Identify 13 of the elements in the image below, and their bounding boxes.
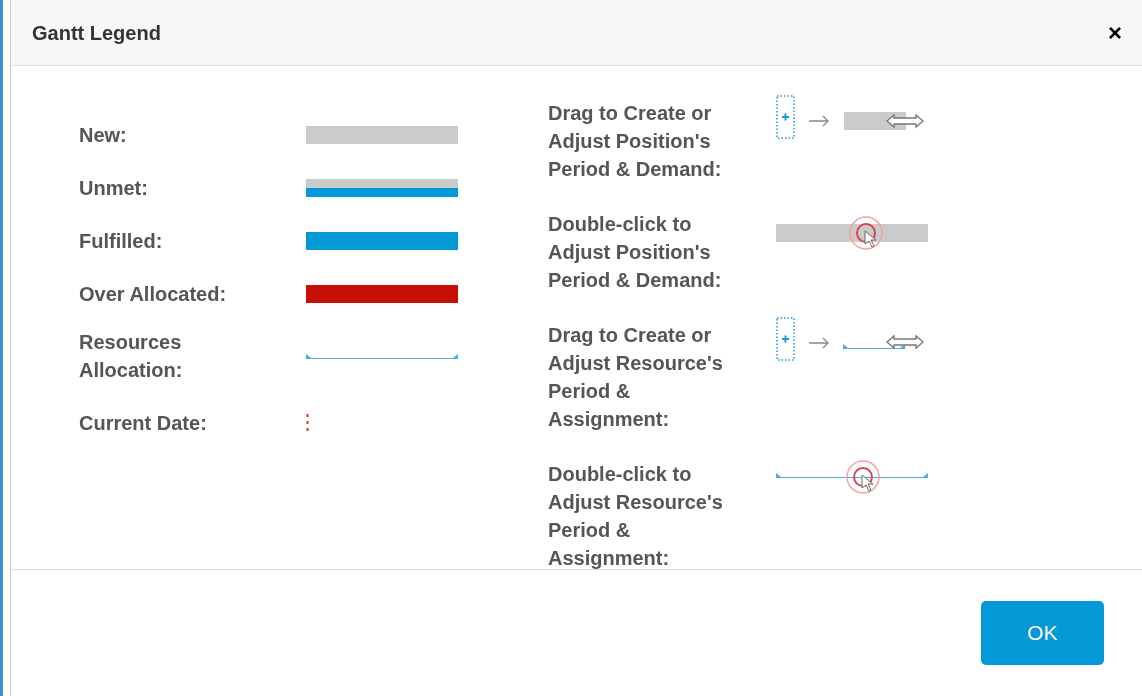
current-date-marker: [306, 413, 310, 433]
legend-label: Unmet:: [79, 176, 149, 201]
close-button[interactable]: ×: [1102, 20, 1128, 45]
action-label: Drag to Create or Adjust Resource's Period & Assignment:: [548, 323, 724, 432]
legend-label: Over Allocated:: [79, 282, 228, 307]
legend-label: Current Date:: [79, 411, 208, 436]
action-label: Double-click to Adjust Resource's Period & Assignment:: [548, 462, 724, 569]
action-label: Double-click to Adjust Position's Period & Demand:: [548, 212, 723, 293]
legend-label: Resources Allocation:: [79, 330, 184, 383]
dialog-title: Gantt Legend: [32, 20, 161, 46]
legend-label: Fulfilled:: [79, 229, 164, 254]
legend-label: New:: [79, 123, 128, 148]
action-label: Drag to Create or Adjust Position's Period & Demand:: [548, 101, 723, 182]
